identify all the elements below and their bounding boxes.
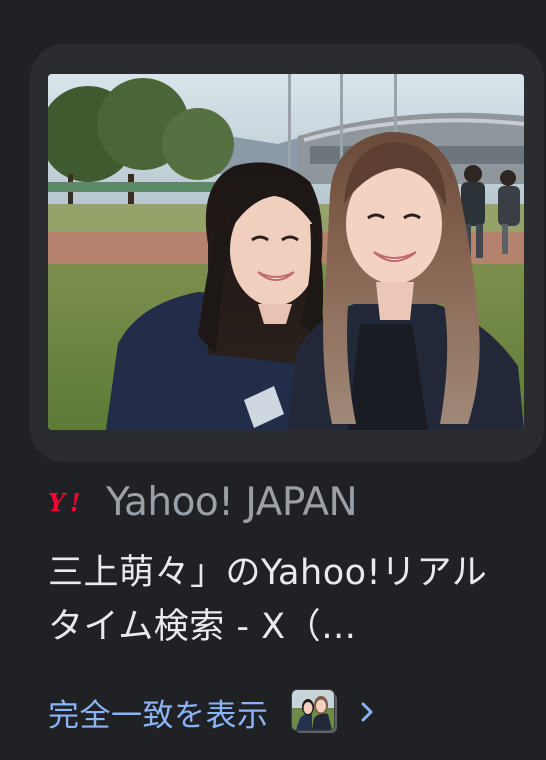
chevron-right-icon[interactable] — [357, 698, 377, 726]
yahoo-logo-icon: Y ! — [48, 487, 92, 517]
source-row[interactable]: Y ! Yahoo! JAPAN — [48, 476, 358, 528]
source-name: Yahoo! JAPAN — [106, 479, 358, 525]
match-thumbnail — [290, 689, 339, 735]
thumbnail-image — [290, 689, 335, 731]
show-exact-match-label: 完全一致を表示 — [48, 697, 269, 734]
result-title[interactable]: 三上萌々」のYahoo!リアルタイム検索 - X（… — [48, 546, 518, 654]
show-exact-match-link[interactable]: 完全一致を表示 — [48, 684, 377, 740]
svg-text:!: ! — [70, 489, 81, 515]
result-image[interactable] — [48, 74, 524, 430]
svg-text:Y: Y — [48, 489, 68, 515]
